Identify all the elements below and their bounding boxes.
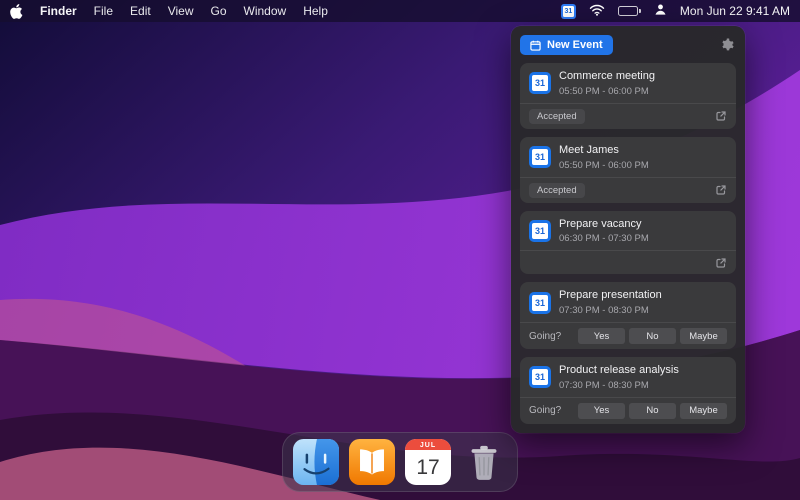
status-badge: Accepted xyxy=(529,108,585,124)
books-dock-icon[interactable] xyxy=(349,439,395,485)
event-card[interactable]: 31 Meet James 05:50 PM - 06:00 PM Accept… xyxy=(520,136,736,203)
menubar: Finder File Edit View Go Window Help 31 xyxy=(0,0,800,22)
google-calendar-icon: 31 xyxy=(529,72,551,95)
menu-window[interactable]: Window xyxy=(244,4,287,18)
rsvp-no-button[interactable]: No xyxy=(629,328,676,344)
event-card[interactable]: 31 Commerce meeting 05:50 PM - 06:00 PM … xyxy=(520,63,736,129)
event-time: 05:50 PM - 06:00 PM xyxy=(559,159,649,171)
open-external-icon[interactable] xyxy=(715,110,727,122)
menu-go[interactable]: Go xyxy=(211,4,227,18)
event-title: Prepare vacancy xyxy=(559,217,642,230)
event-time: 05:50 PM - 06:00 PM xyxy=(559,85,649,97)
event-title: Commerce meeting xyxy=(559,70,655,82)
event-time: 06:30 PM - 07:30 PM xyxy=(559,233,649,245)
event-title: Meet James xyxy=(559,143,619,156)
calendar-panel: New Event 31 Commerce meeting 05:50 PM -… xyxy=(511,26,745,433)
dock: JUL 17 xyxy=(282,432,518,492)
calendar-day-label: 17 xyxy=(416,455,440,479)
event-title: Prepare presentation xyxy=(559,289,662,302)
calendar-month-label: JUL xyxy=(405,439,451,450)
menubar-app-name[interactable]: Finder xyxy=(40,4,77,18)
finder-dock-icon[interactable] xyxy=(293,439,339,485)
menubar-clock[interactable]: Mon Jun 22 9:41 AM xyxy=(680,4,790,18)
open-external-icon[interactable] xyxy=(715,184,727,196)
event-card[interactable]: 31 Prepare vacancy 06:30 PM - 07:30 PM xyxy=(520,210,736,275)
open-external-icon[interactable] xyxy=(715,257,727,269)
event-time: 07:30 PM - 08:30 PM xyxy=(559,379,649,391)
menu-file[interactable]: File xyxy=(94,4,113,18)
menu-help[interactable]: Help xyxy=(303,4,328,18)
settings-gear-icon[interactable] xyxy=(718,36,736,54)
event-time: 07:30 PM - 08:30 PM xyxy=(559,305,649,316)
menu-edit[interactable]: Edit xyxy=(130,4,151,18)
google-calendar-icon: 31 xyxy=(529,146,551,169)
status-badge: Accepted xyxy=(529,182,585,198)
rsvp-yes-button[interactable]: Yes xyxy=(578,328,625,344)
trash-dock-icon[interactable] xyxy=(461,439,507,485)
going-label: Going? xyxy=(529,405,562,417)
new-event-button[interactable]: New Event xyxy=(520,35,613,55)
google-calendar-icon: 31 xyxy=(529,366,551,389)
google-calendar-icon: 31 xyxy=(529,291,551,314)
event-card[interactable]: 31 Product release analysis 07:30 PM - 0… xyxy=(520,357,736,424)
rsvp-yes-button[interactable]: Yes xyxy=(578,402,625,419)
user-switch-icon[interactable] xyxy=(654,3,667,19)
rsvp-maybe-button[interactable]: Maybe xyxy=(680,328,727,344)
apple-menu-icon[interactable] xyxy=(10,3,23,19)
going-label: Going? xyxy=(529,330,562,342)
wifi-icon[interactable] xyxy=(589,4,605,19)
google-calendar-icon: 31 xyxy=(529,219,551,242)
battery-icon[interactable] xyxy=(617,6,641,16)
calendar-icon xyxy=(530,40,541,51)
calendar-status-icon[interactable]: 31 xyxy=(560,3,576,19)
event-title: Product release analysis xyxy=(559,364,679,376)
calendar-dock-icon[interactable]: JUL 17 xyxy=(405,439,451,485)
event-card[interactable]: 31 Prepare presentation 07:30 PM - 08:30… xyxy=(520,282,736,349)
rsvp-maybe-button[interactable]: Maybe xyxy=(680,402,727,419)
menu-view[interactable]: View xyxy=(168,4,194,18)
rsvp-no-button[interactable]: No xyxy=(629,402,676,419)
desktop: Finder File Edit View Go Window Help 31 xyxy=(0,0,800,500)
